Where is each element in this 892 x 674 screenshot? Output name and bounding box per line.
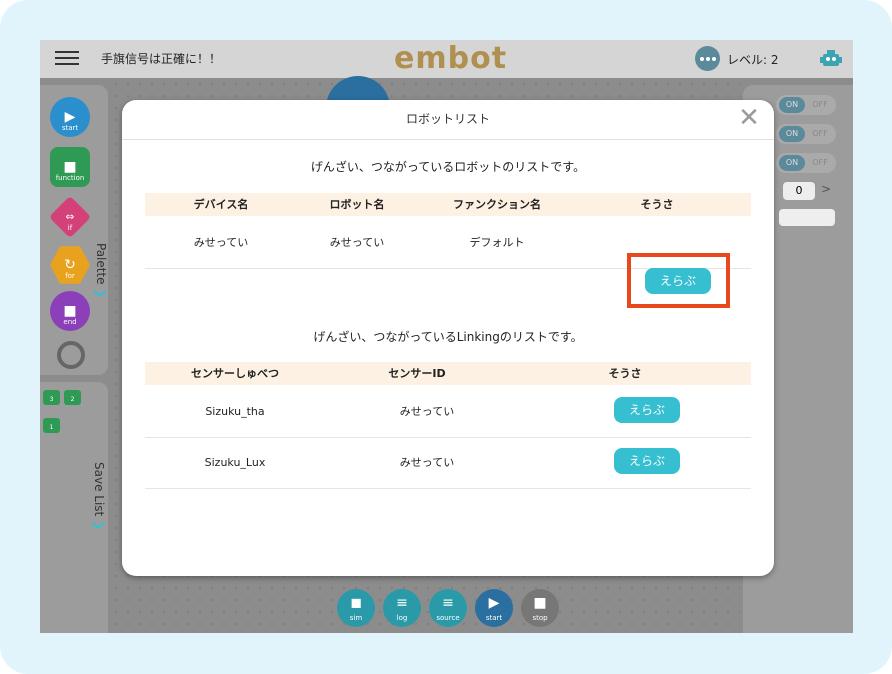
stop-icon: ■ [533, 595, 547, 611]
stop-button[interactable]: ■ stop [521, 589, 559, 627]
select-sensor-button[interactable]: えらぶ [614, 448, 680, 474]
select-robot-button[interactable]: えらぶ [645, 268, 711, 294]
log-button[interactable]: ≡ log [383, 589, 421, 627]
linking-table-header: センサーしゅべつ センサーID そうさ [145, 362, 751, 385]
palette-tab[interactable]: Palette ❯ [94, 243, 108, 298]
palette-for-block[interactable]: ↻ for [50, 245, 90, 285]
save-slot[interactable]: 3 [43, 390, 60, 405]
menu-icon[interactable] [55, 47, 79, 71]
toggle-switch[interactable]: ON OFF [776, 95, 836, 115]
counter-arrow[interactable]: > [821, 182, 831, 196]
mission-title: 手旗信号は正確に！！ [101, 52, 222, 66]
save-list-panel: 3 2 1 Save List ❯ [40, 382, 108, 633]
robot-icon[interactable] [818, 46, 844, 72]
palette-if-block[interactable]: ⇔ if [48, 195, 92, 239]
palette-function-block[interactable]: ■ function [50, 147, 90, 187]
robot-table-header: デバイス名 ロボット名 ファンクション名 そうさ [145, 193, 751, 216]
sim-button[interactable]: ◼ sim [337, 589, 375, 627]
palette-end-block[interactable]: ■ end [50, 291, 90, 331]
toggle-switch[interactable]: ON OFF [776, 124, 836, 144]
save-slot[interactable]: 2 [64, 390, 81, 405]
counter-value[interactable]: 0 [783, 182, 815, 200]
save-list-tab[interactable]: Save List ❯ [92, 462, 106, 530]
header-bar: 手旗信号は正確に！！ embot レベル: 2 [40, 40, 853, 78]
select-sensor-button[interactable]: えらぶ [614, 397, 680, 423]
log-icon: ≡ [396, 595, 408, 611]
circle-icon[interactable] [57, 341, 85, 369]
palette-panel: ▶ start ■ function ⇔ if ↻ for ■ end Pale… [40, 85, 108, 375]
embot-logo: embot [394, 41, 508, 76]
device-frame: 手旗信号は正確に！！ embot レベル: 2 ▶ start ■ functi… [0, 0, 892, 674]
robot-list-caption: げんざい、つながっているロボットのリストです。 [310, 160, 586, 174]
play-icon: ▶ [488, 595, 500, 611]
sim-icon: ◼ [350, 595, 362, 611]
level-indicator: レベル: 2 [727, 53, 779, 67]
close-icon[interactable]: ✕ [737, 105, 761, 131]
toggle-switch[interactable]: ON OFF [776, 153, 836, 173]
source-button[interactable]: ≡ source [429, 589, 467, 627]
palette-start-block[interactable]: ▶ start [50, 97, 90, 137]
app-window: 手旗信号は正確に！！ embot レベル: 2 ▶ start ■ functi… [40, 40, 853, 633]
modal-title: ロボットリスト [122, 100, 774, 140]
source-icon: ≡ [442, 595, 454, 611]
start-button[interactable]: ▶ start [475, 589, 513, 627]
robot-list-modal: ロボットリスト ✕ げんざい、つながっているロボットのリストです。 デバイス名 … [122, 100, 774, 576]
level-icon [695, 46, 720, 71]
text-field[interactable] [779, 209, 835, 226]
save-slot[interactable]: 1 [43, 418, 60, 433]
linking-list-caption: げんざい、つながっているLinkingのリストです。 [313, 330, 583, 344]
